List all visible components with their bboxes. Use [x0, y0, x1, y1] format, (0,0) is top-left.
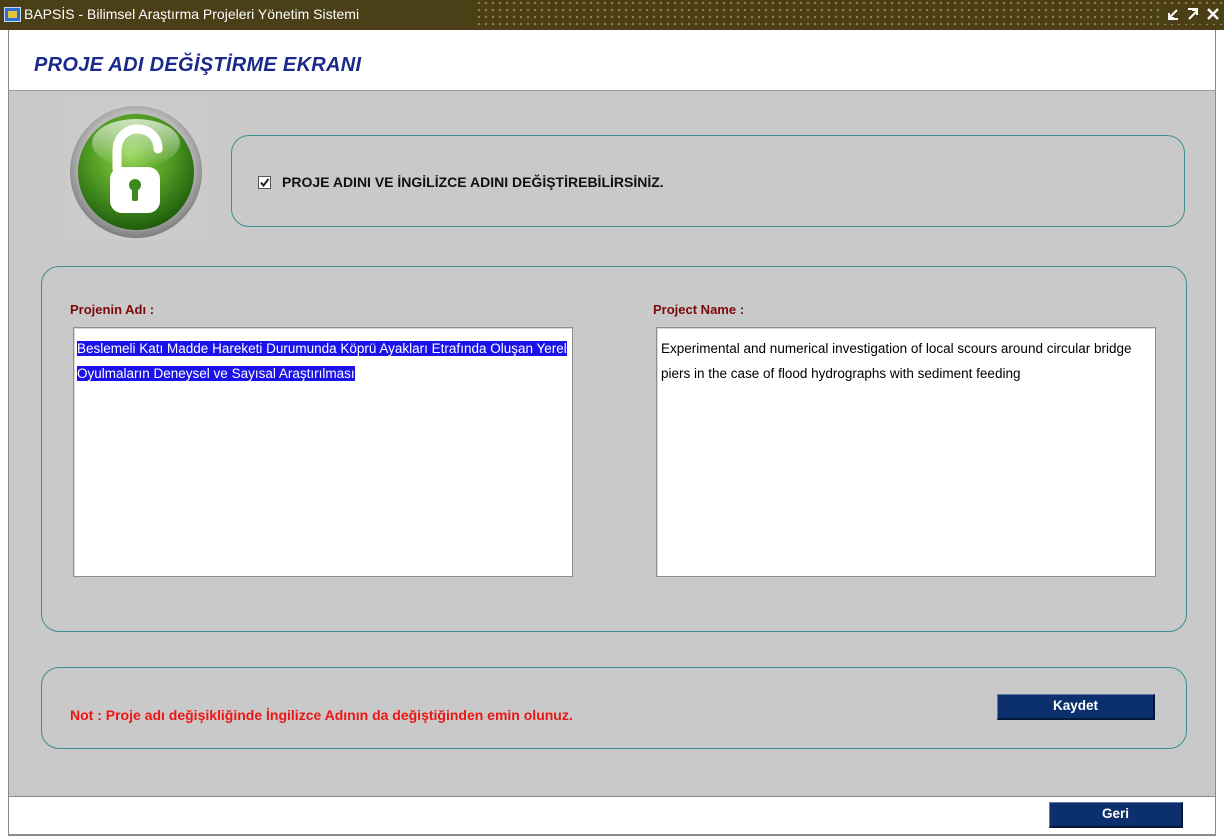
page-header: PROJE ADI DEĞİŞTİRME EKRANI — [8, 30, 1216, 90]
back-button[interactable]: Geri — [1049, 802, 1183, 828]
english-name-textarea[interactable]: Experimental and numerical investigation… — [656, 327, 1156, 577]
warning-note: Not : Proje adı değişikliğinde İngilizce… — [70, 707, 573, 723]
project-names-panel: Projenin Adı : Beslemeli Katı Madde Hare… — [41, 266, 1187, 632]
close-icon[interactable] — [1204, 4, 1222, 24]
window-title: BAPSİS - Bilimsel Araştırma Projeleri Yö… — [24, 6, 360, 22]
minimize-icon[interactable] — [1164, 4, 1182, 24]
turkish-name-label: Projenin Adı : — [70, 302, 155, 317]
window-title-bar[interactable]: BAPSİS - Bilimsel Araştırma Projeleri Yö… — [0, 0, 1224, 30]
note-panel: Not : Proje adı değişikliğinde İngilizce… — [41, 667, 1187, 749]
info-message: PROJE ADINI VE İNGİLİZCE ADINI DEĞİŞTİRE… — [282, 174, 664, 190]
permission-checkbox[interactable] — [258, 176, 271, 189]
page-title: PROJE ADI DEĞİŞTİRME EKRANI — [34, 54, 362, 76]
info-panel: PROJE ADINI VE İNGİLİZCE ADINI DEĞİŞTİRE… — [231, 135, 1185, 227]
turkish-name-textarea[interactable]: Beslemeli Katı Madde Hareketi Durumunda … — [73, 327, 573, 577]
check-mark-icon — [260, 178, 270, 188]
english-name-value: Experimental and numerical investigation… — [661, 341, 1132, 381]
unlocked-padlock-icon — [65, 99, 209, 241]
english-name-label: Project Name : — [653, 302, 745, 317]
main-panel: PROJE ADINI VE İNGİLİZCE ADINI DEĞİŞTİRE… — [8, 90, 1216, 796]
maximize-icon[interactable] — [1184, 4, 1202, 24]
turkish-name-value: Beslemeli Katı Madde Hareketi Durumunda … — [77, 341, 567, 381]
footer-bar: Geri — [8, 796, 1216, 836]
bapsis-app-icon[interactable] — [4, 7, 21, 22]
save-button[interactable]: Kaydet — [997, 694, 1155, 720]
